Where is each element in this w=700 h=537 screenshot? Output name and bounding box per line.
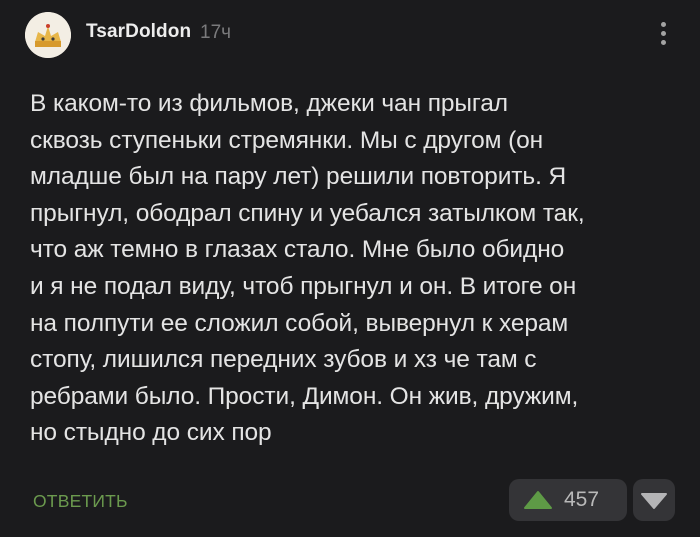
comment-author[interactable]: TsarDoldon bbox=[86, 21, 191, 43]
comment-header: TsarDoldon 17ч bbox=[25, 12, 675, 58]
reply-button[interactable]: ОТВЕТИТЬ bbox=[33, 491, 128, 512]
comment-footer: ОТВЕТИТЬ 457 bbox=[0, 476, 700, 526]
comment-text: В каком-то из фильмов, джеки чан прыгал … bbox=[30, 90, 585, 447]
upvote-triangle-icon[interactable] bbox=[523, 490, 553, 510]
vote-box: 457 bbox=[509, 479, 627, 521]
rating-count: 457 bbox=[564, 488, 600, 511]
downvote-button[interactable] bbox=[633, 479, 675, 521]
avatar-icon bbox=[25, 12, 71, 58]
downvote-triangle-icon bbox=[641, 493, 667, 509]
comment-time: 17ч bbox=[200, 22, 232, 43]
more-vertical-icon[interactable] bbox=[653, 18, 673, 52]
avatar[interactable] bbox=[25, 12, 71, 58]
